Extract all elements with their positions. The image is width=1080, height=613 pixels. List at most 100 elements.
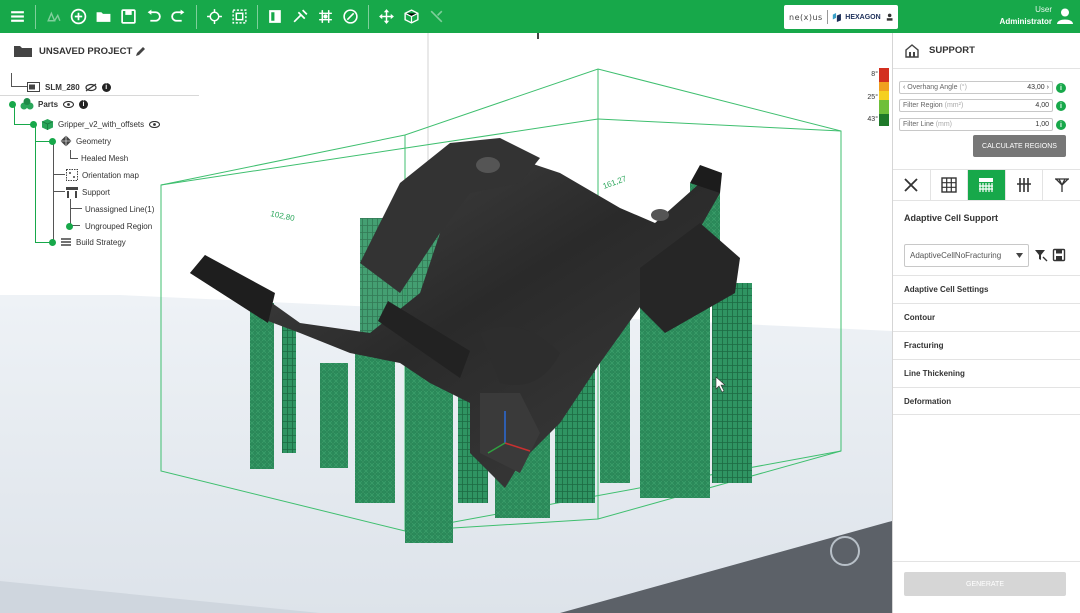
filter-region-field[interactable]: Filter Region (mm²) 4,00 — [899, 99, 1053, 112]
pencil-edit-icon[interactable] — [135, 46, 146, 57]
part-cube-icon — [41, 118, 54, 130]
save-icon[interactable] — [117, 5, 140, 28]
add-part-icon[interactable] — [67, 5, 90, 28]
user-avatar-icon[interactable] — [1056, 7, 1074, 25]
info-icon[interactable]: i — [1056, 120, 1066, 130]
expand-toggle-icon[interactable] — [49, 238, 56, 246]
tree-item-machine[interactable]: SLM_280 i — [27, 80, 111, 94]
hexagon-logo-text: HEXAGON — [845, 13, 881, 21]
scale-fit-icon[interactable] — [228, 5, 251, 28]
parts-cluster-icon — [20, 98, 34, 110]
machine-name: SLM_280 — [45, 82, 80, 92]
settings-adaptive-cell[interactable]: Adaptive Cell Settings — [893, 275, 1080, 303]
tree-item-healed-mesh[interactable]: Healed Mesh — [81, 151, 128, 165]
tree-item-geometry[interactable]: Geometry — [49, 134, 111, 148]
tree-item-ungrouped-region[interactable]: Ungrouped Region — [66, 219, 152, 233]
tree-connector — [70, 150, 71, 158]
filter-line-value: 1,00 — [1035, 121, 1049, 128]
support-icon — [66, 187, 78, 198]
tree-connector — [11, 86, 27, 87]
adaptive-cell-support-title: Adaptive Cell Support — [904, 213, 999, 223]
box-view-icon[interactable] — [264, 5, 287, 28]
info-icon[interactable]: i — [1056, 101, 1066, 111]
settings-deformation[interactable]: Deformation — [893, 387, 1080, 415]
transform-icon[interactable] — [203, 5, 226, 28]
tree-item-build-strategy[interactable]: Build Strategy — [49, 235, 126, 249]
support-type-tabs — [893, 169, 1080, 201]
expand-toggle-icon[interactable] — [9, 100, 16, 108]
tree-item-part[interactable]: Gripper_v2_with_offsets — [30, 117, 161, 131]
visibility-eye-icon[interactable] — [149, 120, 161, 128]
open-folder-icon[interactable] — [92, 5, 115, 28]
tree-support-icon — [1055, 178, 1070, 192]
tree-item-unassigned-line[interactable]: Unassigned Line(1) — [85, 202, 154, 216]
settings-contour[interactable]: Contour — [893, 303, 1080, 331]
tree-item-parts[interactable]: Parts i — [9, 97, 89, 111]
tree-item-support[interactable]: Support — [66, 185, 110, 199]
tab-adaptive-cell[interactable] — [968, 170, 1006, 200]
unassigned-line-label: Unassigned Line(1) — [85, 204, 155, 214]
info-icon[interactable]: i — [101, 82, 111, 92]
user-label: User — [1035, 5, 1052, 14]
part-name: Gripper_v2_with_offsets — [58, 119, 145, 129]
info-icon[interactable]: i — [79, 99, 89, 109]
project-title-row[interactable]: UNSAVED PROJECT — [14, 45, 146, 57]
mesh-grid-icon[interactable] — [314, 5, 337, 28]
folder-icon — [14, 46, 32, 57]
legend-swatch-green — [879, 114, 889, 126]
machine-icon — [27, 82, 40, 92]
preset-select[interactable]: AdaptiveCellNoFracturing — [904, 244, 1029, 267]
tab-tree-support[interactable] — [1043, 170, 1080, 200]
support-panel-icon — [905, 43, 919, 58]
redo-icon[interactable] — [167, 5, 190, 28]
dimension-label: 102,80 — [270, 209, 296, 223]
user-name: Administrator — [999, 17, 1052, 26]
filter-line-field[interactable]: Filter Line (mm) 1,00 — [899, 118, 1053, 131]
tree-connector — [53, 174, 65, 175]
settings-line-thickening[interactable]: Line Thickening — [893, 359, 1080, 387]
menu-icon[interactable] — [6, 5, 29, 28]
overhang-angle-field[interactable]: ‹ Overhang Angle (°) 43,00 › — [899, 81, 1053, 94]
toolbar-divider — [368, 4, 369, 29]
measure-icon[interactable] — [339, 5, 362, 28]
legend-swatch-lightgreen — [879, 100, 889, 114]
panel-footer-divider — [893, 561, 1080, 562]
calculate-regions-button[interactable]: CALCULATE REGIONS — [973, 135, 1066, 157]
repair-icon[interactable] — [289, 5, 312, 28]
preset-value: AdaptiveCellNoFracturing — [910, 251, 1002, 260]
chevron-down-icon — [1016, 253, 1023, 258]
brand-logo: ne(x)us HEXAGON — [784, 5, 898, 29]
filter-line-label: Filter Line (mm) — [903, 121, 953, 128]
tree-item-orientation-map[interactable]: Orientation map — [66, 168, 139, 182]
tab-line-support[interactable] — [1006, 170, 1044, 200]
settings-fracturing[interactable]: Fracturing — [893, 331, 1080, 359]
panel-title: SUPPORT — [929, 45, 975, 56]
save-preset-icon[interactable] — [1052, 248, 1066, 262]
info-icon[interactable]: i — [1056, 83, 1066, 93]
filter-region-label: Filter Region (mm²) — [903, 102, 964, 109]
generate-button[interactable]: GENERATE — [904, 572, 1066, 596]
undo-icon[interactable] — [142, 5, 165, 28]
tab-no-support[interactable] — [893, 170, 931, 200]
tree-connector — [70, 208, 82, 209]
overhang-angle-value: 43,00 › — [1027, 84, 1049, 91]
clear-filter-icon[interactable] — [1034, 248, 1048, 262]
top-toolbar: ne(x)us HEXAGON User Administrator — [0, 0, 1080, 33]
expand-toggle-icon[interactable] — [30, 120, 37, 128]
nexus-logo: ne(x)us — [789, 12, 823, 22]
disabled-tool-icon — [425, 5, 448, 28]
expand-toggle-icon[interactable] — [49, 137, 56, 145]
tree-scene-icon[interactable] — [42, 5, 65, 28]
user-info[interactable]: User Administrator — [1000, 4, 1052, 28]
visibility-eye-icon[interactable] — [63, 100, 75, 108]
tree-connector — [11, 73, 12, 86]
legend-label: 25° — [867, 94, 878, 101]
expand-toggle-icon[interactable] — [66, 222, 73, 230]
support-panel: SUPPORT ‹ Overhang Angle (°) 43,00 › i F… — [892, 33, 1080, 613]
orientation-map-icon — [66, 169, 78, 181]
healed-mesh-label: Healed Mesh — [81, 153, 129, 163]
hidden-eye-icon[interactable] — [85, 83, 97, 92]
cube-plus-icon[interactable] — [400, 5, 423, 28]
move-icon[interactable] — [375, 5, 398, 28]
tab-block-support[interactable] — [931, 170, 969, 200]
